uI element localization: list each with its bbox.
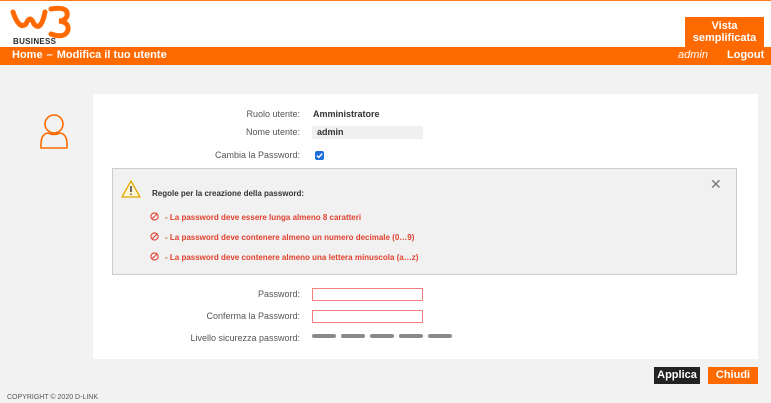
user-form-panel: Ruolo utente: Amministratore Nome utente… <box>93 94 758 359</box>
strength-segment <box>399 334 423 338</box>
close-button[interactable]: Chiudi <box>708 367 758 384</box>
breadcrumb: Home – Modifica il tuo utente <box>12 49 167 61</box>
nav-bar: Home – Modifica il tuo utente admin Logout <box>0 47 771 65</box>
strength-segment <box>428 334 452 338</box>
password-rules-box: Regole per la creazione della password: … <box>112 168 737 275</box>
role-value: Amministratore <box>313 109 380 119</box>
breadcrumb-home[interactable]: Home <box>12 49 43 61</box>
change-password-checkbox[interactable] <box>315 151 324 160</box>
role-label: Ruolo utente: <box>246 109 300 119</box>
rule-text: - La password deve contenere almeno una … <box>165 253 419 262</box>
rule-text: - La password deve essere lunga almeno 8… <box>165 213 362 222</box>
breadcrumb-current: Modifica il tuo utente <box>56 49 167 61</box>
top-header: BUSINESS Vista semplificata <box>0 0 771 47</box>
password-strength-label: Livello sicurezza password: <box>190 333 300 343</box>
password-label: Password: <box>257 289 300 299</box>
strength-segment <box>370 334 394 338</box>
confirm-password-input[interactable] <box>312 310 423 323</box>
username-field: admin <box>312 126 423 139</box>
user-icon <box>40 114 68 149</box>
logout-link[interactable]: Logout <box>727 49 764 61</box>
logo-business-text: BUSINESS <box>13 37 57 46</box>
rule-text: - La password deve contenere almeno un n… <box>165 233 415 242</box>
close-icon[interactable]: ✕ <box>710 177 722 191</box>
strength-segment <box>341 334 365 338</box>
strength-segment <box>312 334 336 338</box>
rule-item: - La password deve essere lunga almeno 8… <box>150 212 361 222</box>
rules-title: Regole per la creazione della password: <box>152 189 305 198</box>
ban-icon <box>150 232 159 241</box>
apply-button[interactable]: Applica <box>654 367 700 384</box>
copyright-text: COPYRIGHT © 2020 D-LINK <box>7 394 98 401</box>
checkmark-icon <box>316 153 323 159</box>
confirm-password-label: Conferma la Password: <box>206 311 300 321</box>
simple-view-button[interactable]: Vista semplificata <box>685 17 764 47</box>
rule-item: - La password deve contenere almeno un n… <box>150 232 414 242</box>
rule-item: - La password deve contenere almeno una … <box>150 252 418 262</box>
current-username: admin <box>678 49 708 61</box>
password-strength-meter <box>312 334 452 338</box>
change-password-label: Cambia la Password: <box>214 150 300 160</box>
breadcrumb-separator: – <box>46 49 53 61</box>
ban-icon <box>150 212 159 221</box>
password-input[interactable] <box>312 288 423 301</box>
username-label: Nome utente: <box>245 127 300 137</box>
ban-icon <box>150 252 159 261</box>
warning-icon <box>121 180 141 198</box>
